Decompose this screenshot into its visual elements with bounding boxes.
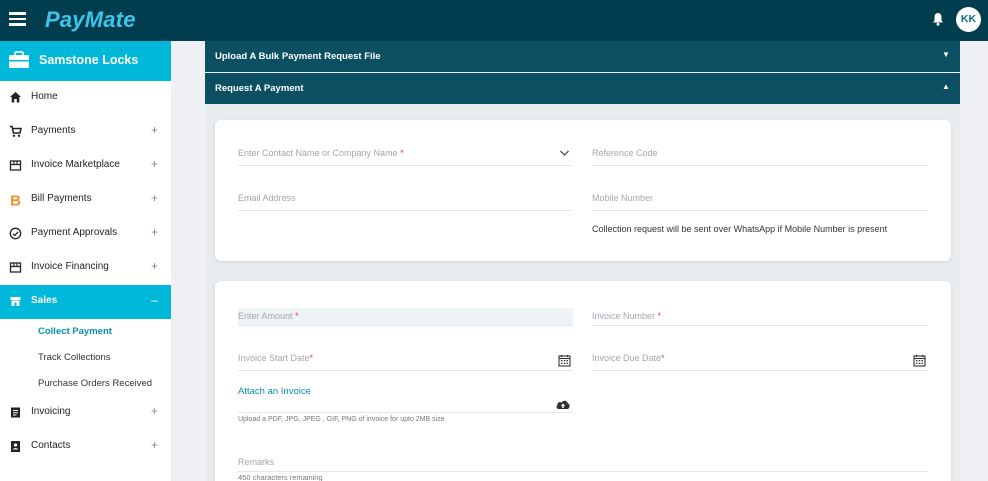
contacts-icon [11,441,20,452]
calendar-icon[interactable] [913,354,926,367]
caret-down-icon[interactable]: ▼ [942,50,950,59]
mobile-number-input[interactable]: Mobile Number [592,193,928,211]
sidebar-item-home[interactable]: Home [0,81,171,115]
storefront-icon [9,262,22,273]
company-name: Samstone Locks [39,53,139,67]
shop-icon [10,297,21,306]
user-avatar[interactable]: KK [956,7,981,32]
amount-label: Enter Amount * [238,311,299,321]
invoice-start-date-input[interactable]: Invoice Start Date* [238,353,573,371]
amount-input[interactable]: Enter Amount * [238,308,573,326]
accordion-title: Upload A Bulk Payment Request File [215,51,381,62]
sidebar-item-label: Contacts [31,440,71,451]
home-icon [10,92,21,103]
mobile-number-label: Mobile Number [592,193,654,203]
request-payment-accordion[interactable]: Request A Payment ▲ [205,73,960,104]
expand-icon[interactable]: + [151,123,158,137]
remarks-textarea[interactable]: Remarks [238,454,928,472]
sidebar-item-sales[interactable]: Sales – [0,285,171,319]
sidebar-item-label: Invoicing [31,406,71,417]
sidebar-subitem-purchase-orders[interactable]: Purchase Orders Received [38,378,152,389]
expand-icon[interactable]: + [151,157,158,171]
sidebar-item-label: Bill Payments [31,193,92,204]
bill-b-icon: B [10,192,21,207]
sidebar-item-label: Invoice Financing [31,261,109,272]
menu-icon[interactable] [9,12,26,26]
sidebar-item-label: Invoice Marketplace [31,159,120,170]
sidebar-item-invoice-financing[interactable]: Invoice Financing + [0,251,171,285]
reference-code-label: Reference Code [592,148,658,158]
invoice-number-input[interactable]: Invoice Number * [592,308,928,326]
collapse-icon[interactable]: – [151,293,158,307]
main-gutter [171,41,205,481]
check-circle-icon [9,227,22,240]
email-field[interactable]: Email Address [238,193,572,211]
cart-icon [10,125,22,137]
bulk-upload-accordion[interactable]: Upload A Bulk Payment Request File ▼ [205,41,960,72]
document-icon [11,407,20,418]
expand-icon[interactable]: + [151,191,158,205]
right-gutter [960,41,988,481]
contact-label: Enter Contact Name or Company Name * [238,148,404,158]
store-icon [9,160,22,171]
sidebar: Samstone Locks Home Payments + Invoice M… [0,41,171,481]
invoice-start-date-label: Invoice Start Date* [238,353,314,363]
sidebar-item-payments[interactable]: Payments + [0,115,171,149]
sidebar-item-invoicing[interactable]: Invoicing + [0,396,171,430]
calendar-icon[interactable] [558,354,571,367]
invoice-details-card: Enter Amount * Invoice Number * Invoice … [215,281,951,481]
invoice-number-label: Invoice Number * [592,311,662,321]
top-bar: PayMate KK [0,0,988,41]
sidebar-subitem-track-collections[interactable]: Track Collections [38,352,111,363]
email-label: Email Address [238,193,296,203]
sidebar-item-label: Home [31,91,58,102]
sidebar-item-label: Sales [31,295,58,306]
remarks-label: Remarks [238,457,275,467]
caret-up-icon[interactable]: ▲ [942,82,950,91]
company-header[interactable]: Samstone Locks [0,41,171,81]
contact-select[interactable]: Enter Contact Name or Company Name * [238,148,572,166]
characters-remaining: 450 characters remaining [238,473,323,481]
reference-code-input[interactable]: Reference Code [592,148,928,166]
sidebar-subitem-collect-payment[interactable]: Collect Payment [38,326,112,337]
sidebar-item-contacts[interactable]: Contacts + [0,430,171,464]
accordion-title: Request A Payment [215,83,304,94]
sidebar-item-invoice-marketplace[interactable]: Invoice Marketplace + [0,149,171,183]
bell-icon[interactable] [932,12,944,26]
sidebar-item-payment-approvals[interactable]: Payment Approvals + [0,217,171,251]
invoice-due-date-label: Invoice Due Date* [592,353,665,363]
expand-icon[interactable]: + [151,404,158,418]
sidebar-item-label: Payment Approvals [31,227,118,238]
attach-invoice-field[interactable] [238,395,573,413]
whatsapp-note: Collection request will be sent over Wha… [592,224,888,234]
brand-logo: PayMate [45,7,136,32]
expand-icon[interactable]: + [151,438,158,452]
chevron-down-icon[interactable] [559,149,570,157]
expand-icon[interactable]: + [151,259,158,273]
expand-icon[interactable]: + [151,225,158,239]
cloud-upload-icon[interactable] [555,398,571,410]
invoice-due-date-input[interactable]: Invoice Due Date* [592,353,928,371]
attach-invoice-hint: Upload a PDF, JPG, JPEG , GIF, PNG of in… [238,416,445,423]
svg-text:B: B [10,192,21,207]
contact-details-card: Enter Contact Name or Company Name * Ref… [215,120,951,261]
sidebar-item-bill-payments[interactable]: B Bill Payments + [0,183,171,217]
briefcase-icon [9,51,29,68]
sidebar-item-label: Payments [31,125,76,136]
